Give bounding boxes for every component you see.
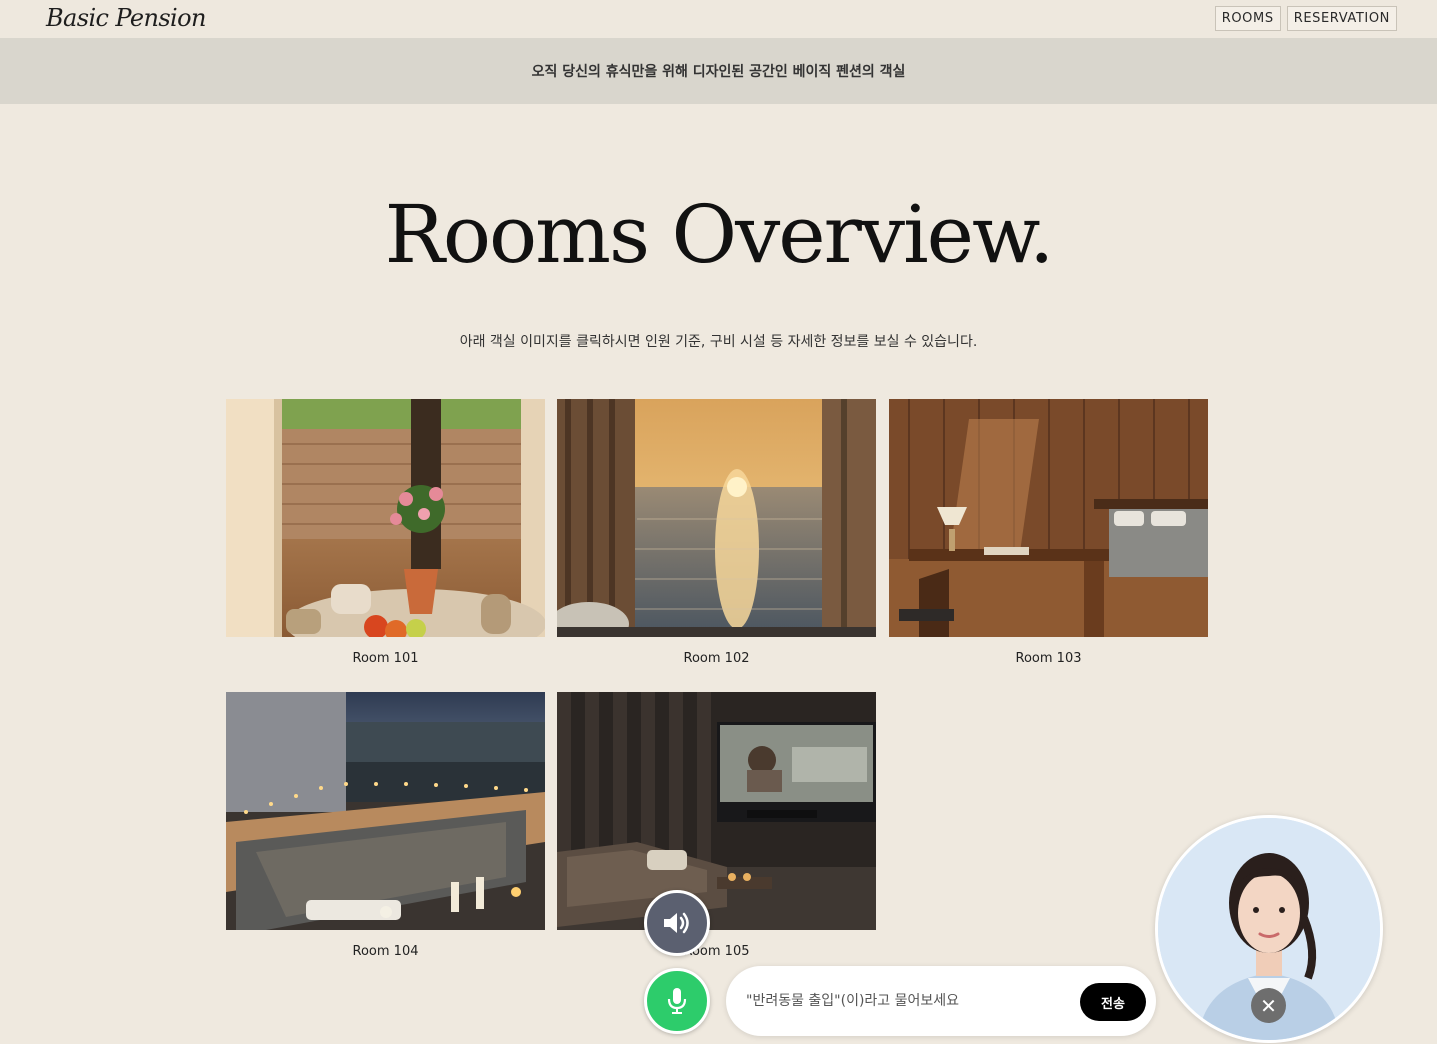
page-subtitle: 아래 객실 이미지를 클릭하시면 인원 기준, 구비 시설 등 자세한 정보를 … bbox=[459, 334, 978, 350]
close-avatar-button[interactable]: ✕ bbox=[1251, 988, 1286, 1023]
microphone-button[interactable] bbox=[644, 968, 710, 1034]
room-104-image[interactable] bbox=[226, 692, 545, 930]
room-103-photo bbox=[889, 399, 1208, 637]
speaker-icon bbox=[664, 912, 689, 934]
send-button[interactable]: 전송 bbox=[1080, 983, 1146, 1021]
room-101-label: Room 101 bbox=[352, 651, 419, 666]
room-103-label: Room 103 bbox=[1015, 651, 1082, 666]
room-105-label: Room 105 bbox=[683, 944, 750, 959]
nav-rooms-button[interactable]: ROOMS bbox=[1214, 6, 1281, 31]
room-103-image[interactable] bbox=[889, 399, 1208, 637]
main-nav: ROOMS RESERVATION bbox=[1214, 6, 1397, 31]
intro-banner: 오직 당신의 휴식만을 위해 디자인된 공간인 베이직 펜션의 객실 bbox=[0, 38, 1437, 104]
room-101-photo bbox=[226, 399, 545, 637]
speaker-button[interactable] bbox=[644, 890, 710, 956]
room-105-image[interactable] bbox=[557, 692, 876, 930]
room-101-image[interactable] bbox=[226, 399, 545, 637]
room-102-photo bbox=[557, 399, 876, 637]
room-104-label: Room 104 bbox=[352, 944, 419, 959]
page-title: Rooms Overview. bbox=[384, 188, 1055, 281]
site-logo[interactable]: Basic Pension bbox=[46, 4, 206, 32]
room-102-label: Room 102 bbox=[683, 651, 750, 666]
chat-input-box: 전송 bbox=[726, 966, 1156, 1036]
banner-text: 오직 당신의 휴식만을 위해 디자인된 공간인 베이직 펜션의 객실 bbox=[531, 64, 906, 80]
nav-reservation-button[interactable]: RESERVATION bbox=[1286, 6, 1397, 31]
top-bar: Basic Pension ROOMS RESERVATION bbox=[0, 0, 1437, 38]
room-105-photo bbox=[557, 692, 876, 930]
microphone-icon bbox=[667, 988, 687, 1014]
room-102-image[interactable] bbox=[557, 399, 876, 637]
chat-input[interactable] bbox=[746, 988, 1076, 1014]
room-104-photo bbox=[226, 692, 545, 930]
close-icon: ✕ bbox=[1260, 993, 1277, 1018]
